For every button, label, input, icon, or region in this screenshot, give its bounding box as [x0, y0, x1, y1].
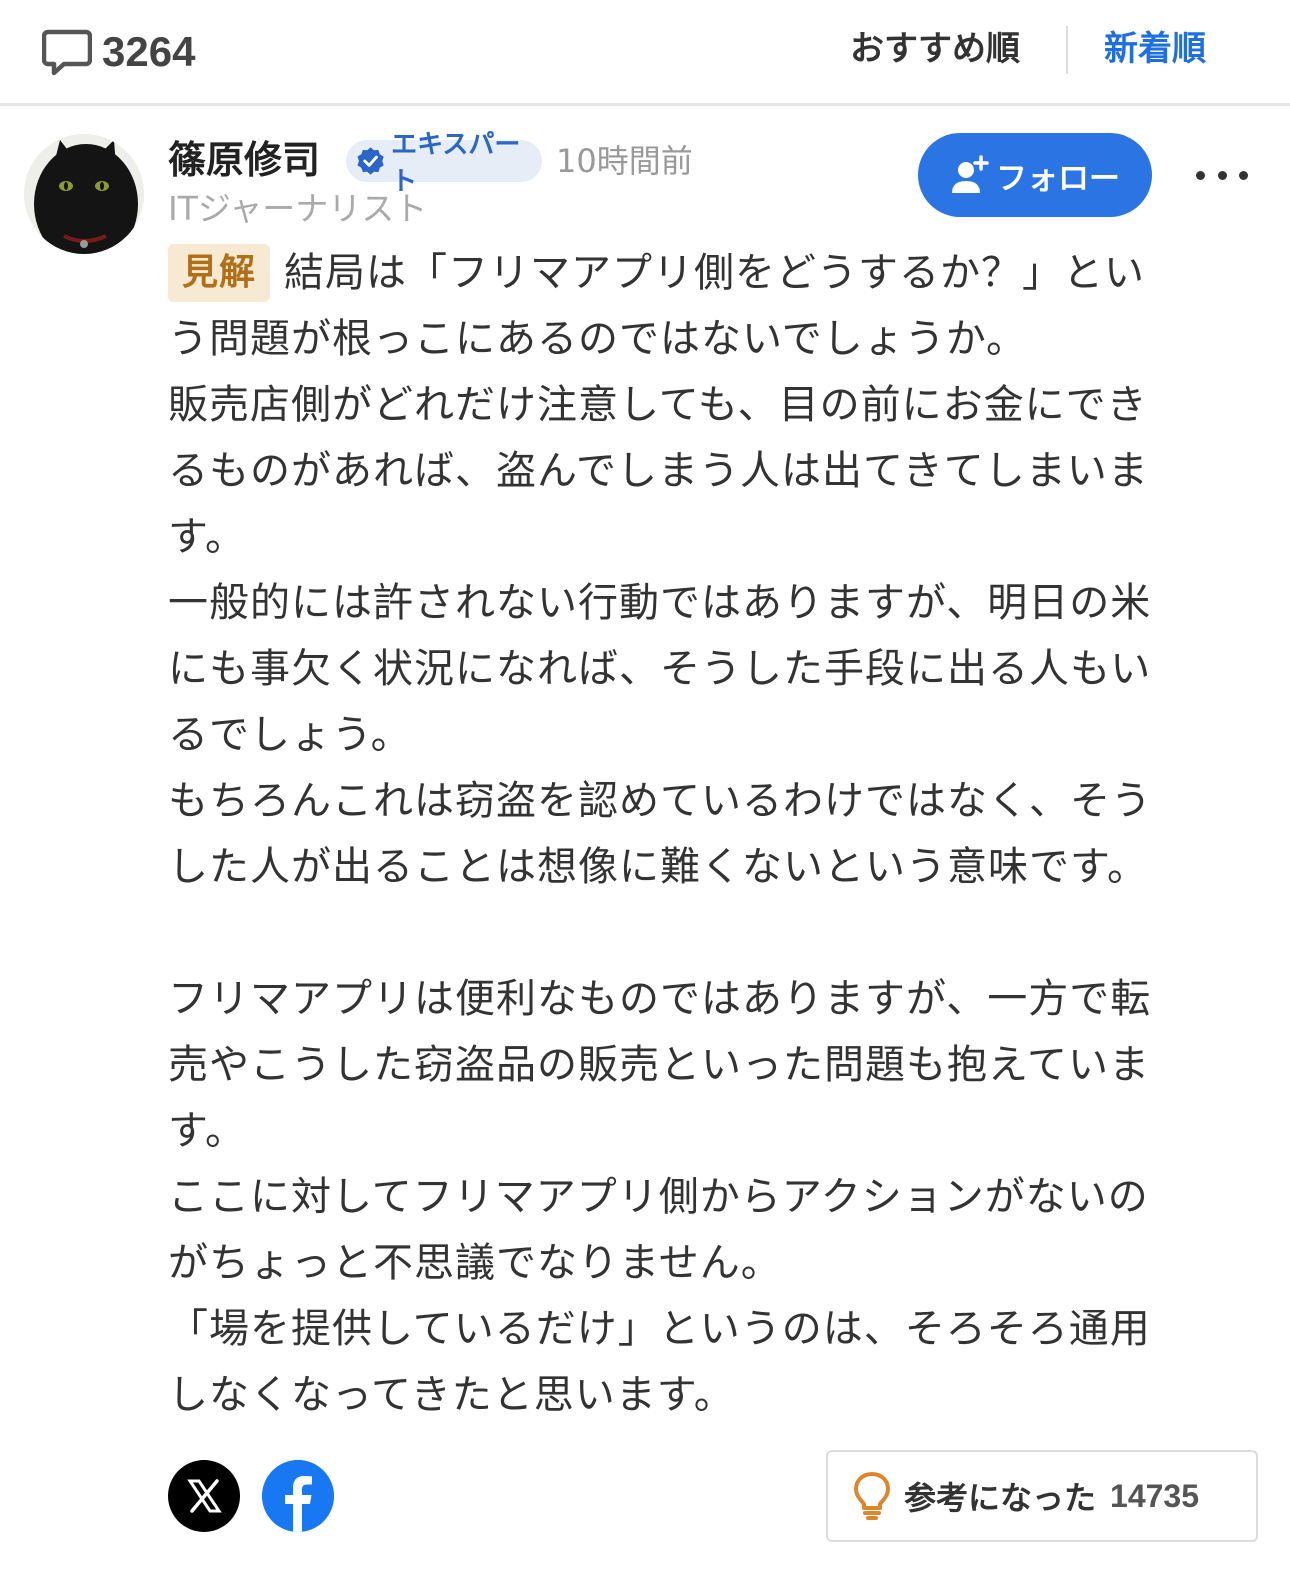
comment-line: ここに対してフリマアプリ側からアクションがないの	[168, 1174, 1149, 1220]
comment-line: がちょっと不思議でなりません。	[168, 1240, 782, 1286]
comment-line: 一般的には許されない行動ではありますが、明日の米	[168, 580, 1152, 626]
comment-count-value: 3264	[102, 28, 196, 75]
comment-blank-line	[168, 900, 1248, 966]
expert-badge: エキスパート	[346, 130, 542, 197]
share-facebook-button[interactable]	[262, 1460, 334, 1532]
comment-header-bar: 3264 おすすめ順 新着順	[0, 0, 1290, 106]
comment-line: した人が出ることは想像に難くないという意味です。	[168, 844, 1148, 890]
more-dot-icon	[1217, 170, 1227, 180]
share-x-button[interactable]	[168, 1460, 240, 1532]
post-time: 10時間前	[556, 142, 693, 180]
black-cat-photo	[24, 134, 144, 254]
comment-line: す。	[168, 1108, 246, 1154]
comment-line: 販売店側がどれだけ注意しても、目の前にお金にでき	[168, 382, 1148, 428]
opinion-tag: 見解	[168, 244, 271, 302]
comment-count: 3264	[42, 26, 195, 78]
more-dot-icon	[1239, 170, 1248, 180]
helpful-count: 14735	[1110, 1477, 1199, 1514]
comment-line: しなくなってきたと思います。	[168, 1372, 735, 1418]
comment-line: す。	[168, 514, 246, 560]
comment-line: 売やこうした窃盗品の販売といった問題も抱えていま	[168, 1042, 1150, 1088]
sort-newest-tab[interactable]: 新着順	[1104, 24, 1206, 74]
helpful-label: 参考になった	[904, 1479, 1097, 1517]
sort-recommended-tab[interactable]: おすすめ順	[850, 24, 1020, 74]
more-dot-icon	[1196, 170, 1205, 180]
comment-line: 見解 結局は「フリマアプリ側をどうするか？」とい	[168, 240, 1248, 306]
comment-line: るものがあれば、盗んでしまう人は出てきてしまいま	[168, 448, 1149, 494]
x-icon	[187, 1479, 222, 1513]
author-avatar[interactable]	[24, 134, 144, 254]
comment-body: 見解 結局は「フリマアプリ側をどうするか？」とい う問題が根っこにあるのではないで…	[168, 240, 1248, 1428]
comment-bubble-icon	[42, 28, 92, 76]
follow-button-label: フォロー	[996, 160, 1120, 197]
comment-line: フリマアプリは便利なものではありますが、一方で転	[168, 976, 1152, 1022]
comment-line-text: 結局は「フリマアプリ側をどうするか？」とい	[284, 250, 1146, 296]
more-options-button[interactable]	[1190, 150, 1254, 200]
verified-check-icon	[357, 147, 384, 175]
follow-button[interactable]: フォロー	[918, 133, 1152, 217]
facebook-icon	[262, 1460, 334, 1532]
comment-line: にも事欠く状況になれば、そうした手段に出る人もい	[168, 646, 1152, 692]
comment-line: 「場を提供しているだけ」というのは、そろそろ通用	[168, 1306, 1151, 1352]
lightbulb-icon	[854, 1472, 890, 1520]
comment-line: もちろんこれは窃盗を認めているわけではなく、そう	[168, 778, 1152, 824]
author-title: ITジャーナリスト	[168, 189, 428, 228]
sort-divider	[1066, 26, 1068, 74]
author-name[interactable]: 篠原修司	[168, 134, 320, 186]
comment-line: う問題が根っこにあるのではないでしょうか。	[168, 316, 1027, 362]
add-user-icon	[952, 155, 989, 193]
comment-line: るでしょう。	[168, 712, 412, 758]
helpful-button[interactable]: 参考になった 14735	[826, 1450, 1258, 1542]
